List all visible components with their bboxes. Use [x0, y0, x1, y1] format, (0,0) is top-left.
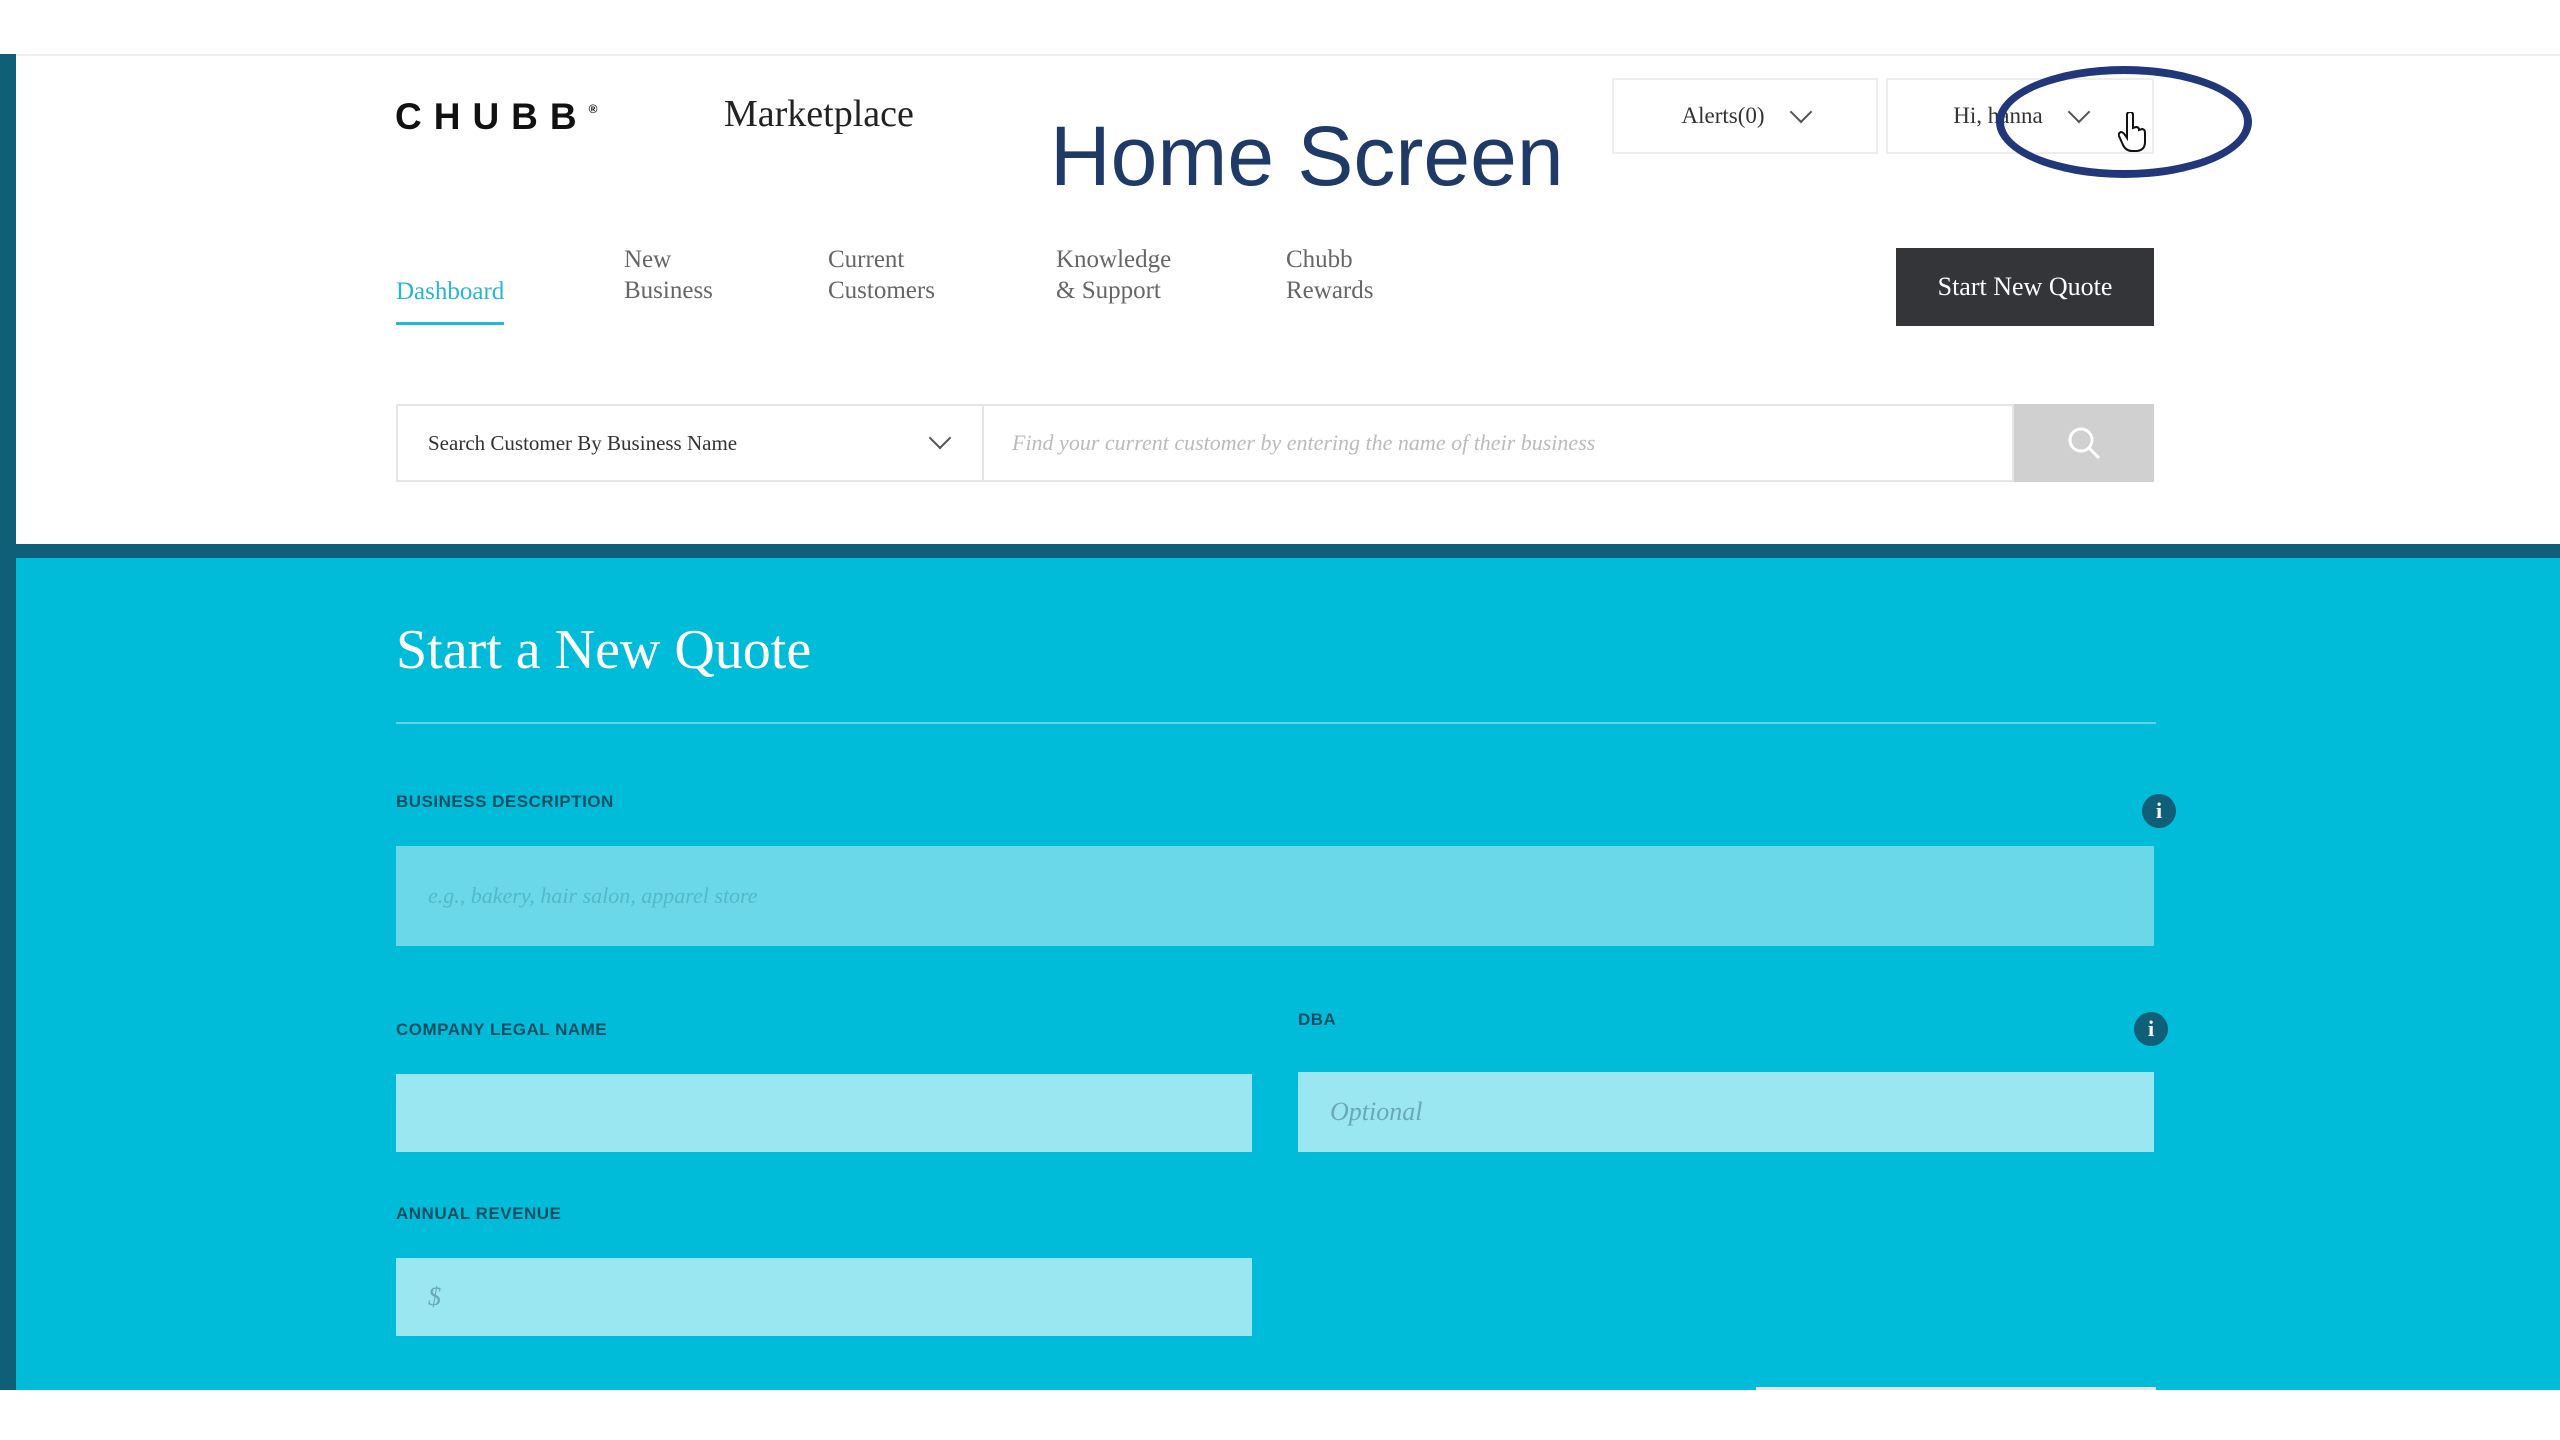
annual-revenue-label: ANNUAL REVENUE: [396, 1204, 562, 1223]
overlay-title: Home Screen: [1050, 109, 1564, 203]
app-name: Marketplace: [724, 93, 914, 135]
nav-tab-knowledge-support[interactable]: Knowledge & Support: [1056, 244, 1171, 306]
search-button[interactable]: [2014, 404, 2154, 482]
search-type-value: Search Customer By Business Name: [428, 430, 738, 455]
alerts-label: Alerts(0): [1681, 103, 1765, 128]
start-new-quote-button[interactable]: Start New Quote: [1896, 248, 2154, 326]
logo-text: CHUBB: [395, 96, 589, 137]
hand-cursor-icon: [2118, 112, 2146, 152]
business-description-input[interactable]: [396, 846, 2154, 946]
nav-tab-current-customers[interactable]: Current Customers: [828, 244, 935, 306]
chevron-down-icon: [928, 426, 952, 450]
page: CHUBB® Marketplace Home Screen Alerts(0)…: [0, 0, 2560, 1440]
nav-tab-dashboard[interactable]: Dashboard: [396, 276, 505, 325]
business-description-label: BUSINESS DESCRIPTION: [396, 792, 614, 811]
chubb-logo[interactable]: CHUBB®: [395, 96, 597, 138]
nav-tab-chubb-rewards[interactable]: Chubb Rewards: [1286, 244, 1373, 306]
company-legal-name-input[interactable]: [396, 1074, 1252, 1152]
user-greeting: Hi, hanna: [1953, 103, 2043, 128]
nav-tab-new-business[interactable]: New Business: [624, 244, 713, 306]
user-menu-dropdown[interactable]: Hi, hanna: [1886, 78, 2154, 154]
dba-input[interactable]: [1298, 1072, 2154, 1152]
customer-search-input[interactable]: [984, 404, 2014, 482]
info-icon[interactable]: i: [2142, 794, 2176, 828]
quote-section-title: Start a New Quote: [396, 619, 812, 681]
search-type-select[interactable]: Search Customer By Business Name: [396, 404, 984, 482]
bottom-divider: [1756, 1387, 2156, 1390]
quote-title-rule: [396, 722, 2156, 724]
left-accent-bar: [0, 54, 16, 1390]
top-strip: [0, 0, 2560, 56]
bottom-strip: [0, 1390, 2560, 1440]
section-divider: [16, 544, 2560, 558]
company-legal-name-label: COMPANY LEGAL NAME: [396, 1020, 608, 1039]
chevron-down-icon: [1789, 100, 1812, 124]
logo-registered-mark: ®: [588, 102, 598, 116]
info-icon[interactable]: i: [2134, 1012, 2168, 1046]
alerts-dropdown[interactable]: Alerts(0): [1612, 78, 1878, 154]
annual-revenue-input[interactable]: [396, 1258, 1252, 1336]
chevron-down-icon: [2067, 100, 2091, 124]
dba-label: DBA: [1298, 1010, 1337, 1029]
search-icon: [2068, 427, 2101, 460]
